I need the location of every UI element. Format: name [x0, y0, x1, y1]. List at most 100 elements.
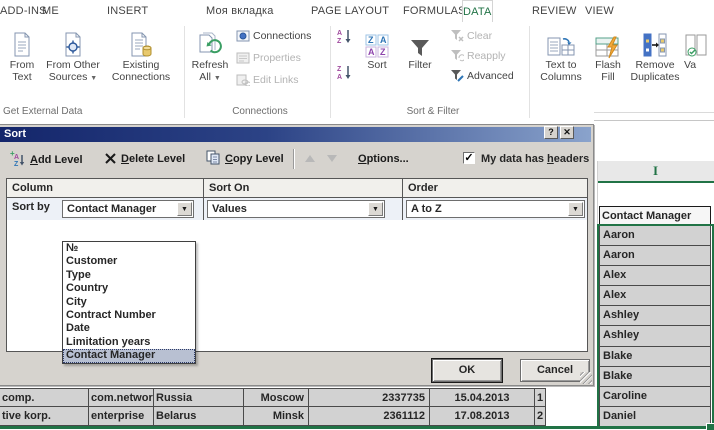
dropdown-option[interactable]: Country — [63, 282, 195, 295]
text-to-columns-button[interactable]: Text to Columns — [538, 25, 584, 83]
from-text-icon — [2, 25, 42, 59]
cell[interactable]: Moscow — [244, 388, 309, 408]
from-text-button[interactable]: From Text — [2, 25, 42, 83]
ribbon-tab[interactable]: INSERT — [107, 0, 148, 22]
cell[interactable]: 2337735 — [309, 388, 430, 408]
dropdown-option[interactable]: City — [63, 296, 195, 309]
refresh-all-button[interactable]: Refresh All ▼ — [190, 25, 230, 85]
cell[interactable]: 1 — [535, 388, 547, 408]
from-other-sources-button[interactable]: From Other Sources ▼ — [44, 25, 102, 85]
svg-text:A: A — [380, 35, 387, 45]
dialog-resize-grip[interactable] — [580, 372, 592, 384]
cell[interactable]: Ashley — [599, 306, 711, 327]
connections-icon — [236, 30, 250, 47]
reapply-filter-icon — [450, 49, 466, 67]
column-combobox[interactable]: Contact Manager ▼ — [62, 200, 194, 218]
add-level-button[interactable]: + A Z Add Level — [10, 149, 83, 168]
table-row: tive korp. enterprise Belarus Minsk 2361112 1… — [0, 407, 598, 427]
existing-connections-button[interactable]: Existing Connections — [108, 25, 174, 83]
my-data-has-headers-checkbox[interactable]: ✓ — [463, 152, 475, 164]
my-data-has-headers-label[interactable]: My data has headers — [481, 150, 589, 168]
svg-text:Z: Z — [14, 161, 19, 166]
grid-header-order: Order — [402, 179, 587, 198]
combobox-arrow-icon[interactable]: ▼ — [568, 202, 583, 216]
connections-button[interactable]: Connections — [236, 28, 311, 44]
cell[interactable]: 17.08.2013 — [430, 407, 535, 427]
options-button[interactable]: Options... — [358, 150, 409, 168]
dropdown-option[interactable]: Contract Number — [63, 309, 195, 322]
cell[interactable]: 2 — [535, 407, 547, 427]
delete-level-button[interactable]: Delete Level — [104, 150, 185, 168]
cell[interactable]: Russia — [154, 388, 244, 408]
cell[interactable]: Blake — [599, 346, 711, 367]
column-header-I[interactable]: I — [597, 161, 714, 183]
dropdown-option[interactable]: Customer — [63, 255, 195, 268]
move-down-button[interactable] — [327, 155, 337, 162]
properties-button[interactable]: Properties — [236, 50, 301, 66]
fill-handle[interactable] — [706, 423, 714, 430]
sort-button[interactable]: ZAAZ Sort — [358, 25, 396, 71]
group-label-get-external-data: Get External Data — [3, 106, 83, 117]
data-validation-button-partial[interactable]: Va — [684, 25, 714, 71]
sort-ascending-button[interactable]: AZ — [337, 28, 353, 45]
filter-button[interactable]: Filter — [402, 25, 438, 71]
ribbon-tab[interactable]: VIEW — [585, 0, 614, 22]
sort-on-combobox[interactable]: Values ▼ — [207, 200, 385, 218]
sort-descending-button[interactable]: ZA — [337, 64, 353, 83]
selection-bottom-border — [0, 426, 711, 429]
cell[interactable]: Ashley — [599, 326, 711, 347]
cell[interactable]: Alex — [599, 266, 711, 287]
cell[interactable]: tive korp. — [0, 407, 89, 427]
sort-dialog: Sort ? ✕ + A Z Add Level Delete Level Copy … — [0, 124, 594, 386]
cell[interactable]: 2361112 — [309, 407, 430, 427]
table-header-contact-manager[interactable]: Contact Manager — [599, 206, 711, 226]
dropdown-option[interactable]: № — [63, 242, 195, 255]
ribbon-tab[interactable]: PAGE LAYOUT — [311, 0, 389, 22]
ribbon: From Text From Other Sources ▼ Existing … — [0, 22, 714, 120]
move-up-button[interactable] — [305, 155, 315, 162]
help-button[interactable]: ? — [544, 126, 558, 139]
sort-za-icon: ZA — [337, 66, 353, 83]
copy-level-button[interactable]: Copy Level — [206, 150, 284, 168]
dialog-title-bar[interactable]: Sort — [0, 127, 591, 142]
clear-filter-button[interactable]: Clear — [450, 28, 492, 44]
dropdown-option[interactable]: Type — [63, 269, 195, 282]
cell[interactable]: Belarus — [154, 407, 244, 427]
cell[interactable]: enterprise — [89, 407, 154, 427]
cell[interactable]: Aaron — [599, 226, 711, 247]
cell[interactable]: Aaron — [599, 246, 711, 267]
ribbon-tab[interactable]: REVIEW — [532, 0, 577, 22]
cell[interactable]: Alex — [599, 286, 711, 307]
svg-text:A: A — [337, 30, 342, 37]
advanced-filter-button[interactable]: Advanced — [450, 68, 514, 84]
ribbon-tab[interactable]: Моя вкладка — [206, 0, 274, 22]
combobox-arrow-icon[interactable]: ▼ — [177, 202, 192, 216]
ok-button[interactable]: OK — [431, 358, 503, 383]
cell[interactable]: Minsk — [244, 407, 309, 427]
cell[interactable]: Caroline — [599, 386, 711, 407]
edit-links-button[interactable]: Edit Links — [236, 72, 299, 88]
ribbon-tab[interactable]: ADD-INS — [0, 0, 47, 22]
column-dropdown-list: № Customer Type Country City Contract Number D… — [62, 241, 196, 364]
flash-fill-button[interactable]: Flash Fill — [590, 25, 626, 83]
cell[interactable]: Blake — [599, 366, 711, 387]
clear-filter-icon — [450, 29, 464, 47]
ribbon-tab-bar: ME INSERT Моя вкладка PAGE LAYOUT FORMULAS DA… — [0, 0, 714, 22]
dropdown-option[interactable]: Contact Manager — [63, 349, 195, 363]
cell[interactable]: Daniel — [599, 406, 711, 427]
dropdown-option[interactable]: Limitation years — [63, 336, 195, 349]
remove-duplicates-button[interactable]: Remove Duplicates — [630, 25, 680, 83]
ribbon-tab[interactable]: DATA — [462, 0, 493, 22]
cell[interactable]: 15.04.2013 — [430, 388, 535, 408]
cell[interactable]: comp. — [0, 388, 89, 408]
ribbon-bottom-border — [594, 112, 714, 113]
dropdown-option[interactable]: Date — [63, 322, 195, 335]
order-combobox[interactable]: A to Z ▼ — [406, 200, 585, 218]
column-divider — [402, 198, 403, 220]
reapply-filter-button[interactable]: Reapply — [450, 48, 506, 64]
svg-text:Z: Z — [337, 38, 342, 44]
filter-icon — [402, 25, 438, 59]
close-button[interactable]: ✕ — [560, 126, 574, 139]
combobox-arrow-icon[interactable]: ▼ — [368, 202, 383, 216]
cell[interactable]: com.network — [89, 388, 154, 408]
